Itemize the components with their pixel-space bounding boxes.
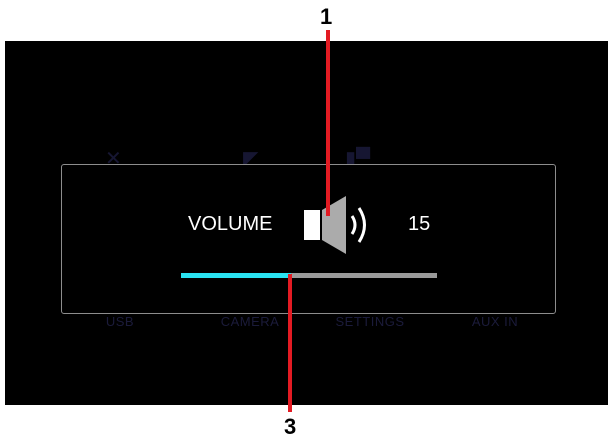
bg-menu-label: SETTINGS [335,314,405,329]
volume-slider[interactable] [181,273,437,278]
volume-slider-fill [181,273,292,278]
callout-number-3: 3 [284,414,297,439]
manual-illustration: ✕ ◤ ▮▀ USB CAMERA SETTINGS AUX IN VOLUME… [0,0,608,441]
volume-label: VOLUME [188,213,273,235]
callout-line-1 [326,30,330,216]
speaker-icon [304,196,366,254]
bg-menu-label: AUX IN [471,314,519,329]
speaker-body [304,210,320,240]
bg-menu-label: USB [105,314,135,329]
callout-line-3 [288,274,292,412]
sound-wave-small [350,215,357,235]
volume-value: 15 [408,213,431,235]
callout-number-1: 1 [320,4,333,29]
sound-wave-large [357,207,366,243]
